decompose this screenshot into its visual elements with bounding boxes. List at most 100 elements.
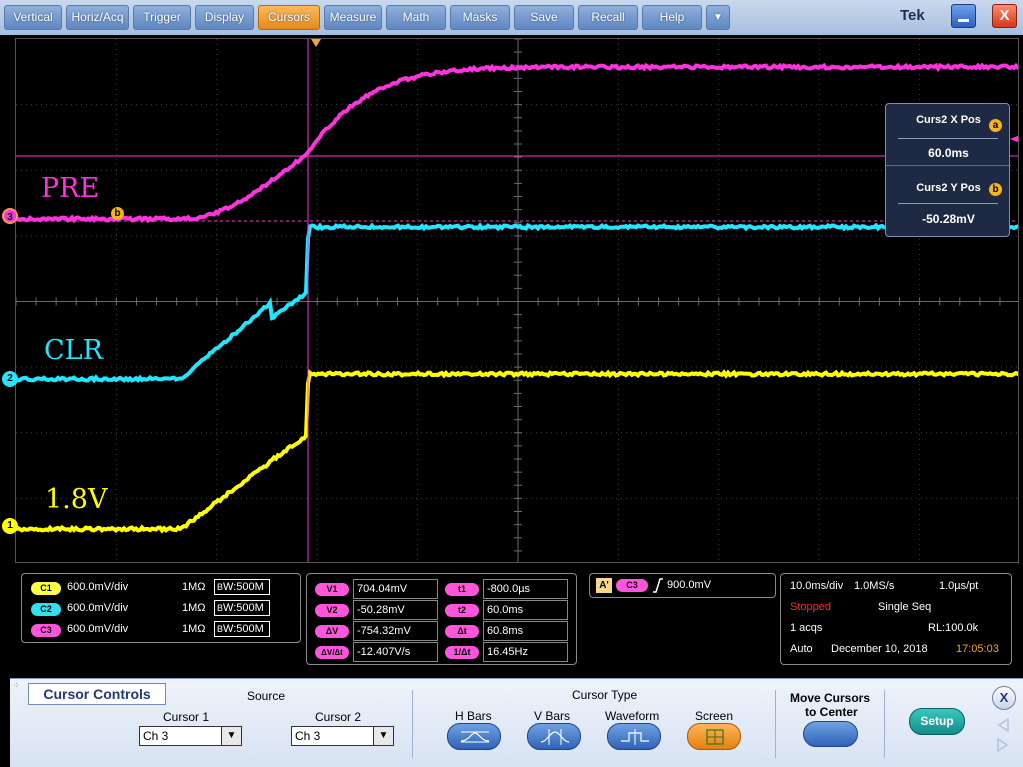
waveform-cursor-knob-icon[interactable]: b [111,207,124,220]
ch3-marker[interactable]: 3 [2,208,18,224]
vbars-button[interactable] [527,723,581,750]
sample-rate: 1.0MS/s [854,580,894,592]
rising-edge-icon [652,578,664,593]
move-cursors-to-center-button[interactable] [803,721,858,747]
chevron-down-icon[interactable]: ▼ [373,727,393,745]
acq-count: 1 acqs [790,622,822,634]
dv-value: -754.32mV [353,621,438,641]
trigger-level: 900.0mV [667,579,711,591]
screen-label: Screen [695,709,733,723]
ch1-waveform [16,373,1019,531]
menu-vertical[interactable]: Vertical [4,5,62,30]
panel-side-arrows-icon[interactable] [996,717,1010,753]
vbars-label: V Bars [534,709,570,723]
brand-logo: Tek [900,7,925,24]
trigger-mode: Auto [790,643,813,655]
menu-masks[interactable]: Masks [450,5,510,30]
acquisition-box[interactable]: 10.0ms/div 1.0MS/s 1.0µs/pt Stopped Sing… [780,573,1012,665]
dvdt-badge: ΔV/Δt [315,646,349,659]
cursor2-label: Cursor 2 [315,710,361,724]
move-cursors-label-2: to Center [805,705,858,719]
cursor-readout-box: V1 704.04mV V2 -50.28mV ΔV -754.32mV ΔV/… [306,573,577,665]
dvdt-value: -12.407V/s [353,642,438,662]
curs2-x-value[interactable]: 60.0ms [886,146,1011,160]
v2-value: -50.28mV [353,600,438,620]
label-1-8v: 1.8V [45,484,107,515]
waveform-button[interactable] [607,723,661,750]
inv-dt-badge: 1/Δt [445,646,479,659]
menu-bar: Vertical Horiz/Acq Trigger Display Curso… [0,0,1023,35]
dt-badge: Δt [445,625,479,638]
menu-cursors[interactable]: Cursors [258,5,320,30]
ch2-badge[interactable]: C2 [31,603,61,616]
cursor-y-arrow-icon [1010,135,1019,143]
acq-time: 17:05:03 [956,643,999,655]
ch2-waveform [16,226,1019,381]
ch1-badge[interactable]: C1 [31,582,61,595]
acq-mode: Single Seq [878,601,931,613]
panel-grip-icon[interactable]: ⁘ [13,681,20,690]
menu-more-chevron-icon[interactable]: ▼ [706,5,730,30]
dt-value: 60.8ms [483,621,568,641]
waveform-label: Waveform [605,709,659,723]
vbars-icon [541,729,569,745]
trigger-box[interactable]: A' C3 900.0mV [589,573,776,598]
waveforms [16,39,1019,563]
setup-button[interactable]: Setup [909,708,965,735]
menu-math[interactable]: Math [386,5,446,30]
t1-badge: t1 [445,583,479,596]
ch3-badge[interactable]: C3 [31,624,61,637]
source-label: Source [247,689,285,703]
cursor1-label: Cursor 1 [163,710,209,724]
cursor1-source-select[interactable]: Ch 3 ▼ [139,726,242,746]
t1-value: -800.0µs [483,579,568,599]
channel-settings-box: C1 600.0mV/div 1MΩ BW:500M C2 600.0mV/di… [21,573,301,643]
trigger-position-icon [311,39,321,47]
trigger-a-badge: A' [596,578,612,593]
v1-badge: V1 [315,583,349,596]
label-pre: PRE [41,173,99,204]
knob-a-icon: a [989,119,1002,132]
menu-help[interactable]: Help [642,5,702,30]
waveform-display[interactable]: PRE CLR 1.8V b Curs2 X Pos a 60.0ms Curs… [15,38,1019,563]
chevron-down-icon[interactable]: ▼ [221,727,241,745]
ch1-marker[interactable]: 1 [2,518,18,534]
hbars-label: H Bars [455,709,492,723]
inv-dt-value: 16.45Hz [483,642,568,662]
timebase: 10.0ms/div [790,580,843,592]
hbars-icon [461,729,489,745]
screen-icon [701,729,729,745]
menu-horiz-acq[interactable]: Horiz/Acq [66,5,129,30]
label-clr: CLR [44,335,103,366]
ch2-marker[interactable]: 2 [2,371,18,387]
menu-measure[interactable]: Measure [324,5,382,30]
waveform-icon [621,729,649,745]
menu-trigger[interactable]: Trigger [133,5,191,30]
curs2-y-value[interactable]: -50.28mV [886,212,1011,226]
menu-save[interactable]: Save [514,5,574,30]
ch3-scale: 600.0mV/div [67,623,128,635]
resolution: 1.0µs/pt [939,580,978,592]
screen-button[interactable] [687,723,741,750]
cursor-type-label: Cursor Type [572,688,637,702]
ch3-waveform [16,66,1019,221]
move-cursors-label: Move Cursors [790,691,870,705]
trigger-channel-badge: C3 [616,579,648,592]
hbars-button[interactable] [447,723,501,750]
ch1-impedance: 1MΩ [182,581,206,593]
v1-value: 704.04mV [353,579,438,599]
ch2-scale: 600.0mV/div [67,602,128,614]
knob-b-icon: b [989,183,1002,196]
close-window-icon[interactable]: X [992,4,1017,28]
menu-display[interactable]: Display [195,5,254,30]
minimize-icon[interactable] [951,4,976,28]
cursor2-source-select[interactable]: Ch 3 ▼ [291,726,394,746]
record-length: RL:100.0k [928,622,978,634]
close-panel-icon[interactable]: X [992,686,1016,710]
ch2-bandwidth: BW:500M [214,600,270,616]
acq-date: December 10, 2018 [831,643,928,655]
ch1-scale: 600.0mV/div [67,581,128,593]
t2-badge: t2 [445,604,479,617]
menu-recall[interactable]: Recall [578,5,638,30]
t2-value: 60.0ms [483,600,568,620]
